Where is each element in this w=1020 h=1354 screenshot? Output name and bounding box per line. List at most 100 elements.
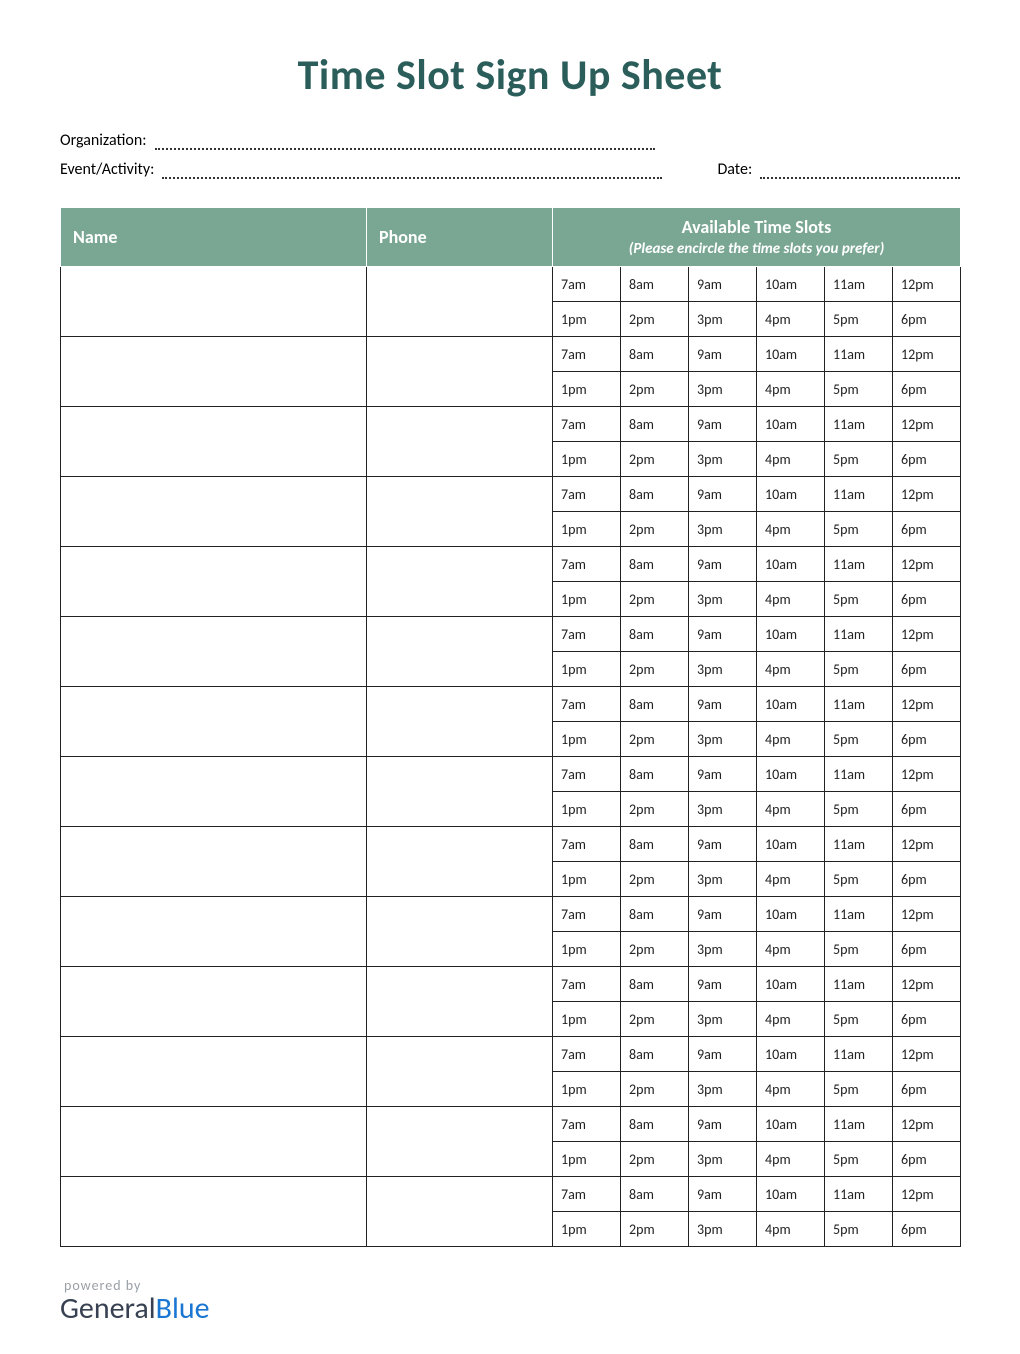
time-slot[interactable]: 11am	[825, 687, 893, 722]
time-slot[interactable]: 8am	[621, 967, 689, 1002]
time-slot[interactable]: 1pm	[553, 512, 621, 547]
phone-cell[interactable]	[367, 967, 553, 1037]
name-cell[interactable]	[61, 407, 367, 477]
time-slot[interactable]: 1pm	[553, 1142, 621, 1177]
time-slot[interactable]: 7am	[553, 1037, 621, 1072]
time-slot[interactable]: 9am	[689, 897, 757, 932]
time-slot[interactable]: 6pm	[893, 1142, 961, 1177]
time-slot[interactable]: 9am	[689, 337, 757, 372]
name-cell[interactable]	[61, 337, 367, 407]
time-slot[interactable]: 12pm	[893, 477, 961, 512]
time-slot[interactable]: 10am	[757, 407, 825, 442]
time-slot[interactable]: 3pm	[689, 582, 757, 617]
time-slot[interactable]: 6pm	[893, 1072, 961, 1107]
time-slot[interactable]: 8am	[621, 687, 689, 722]
name-cell[interactable]	[61, 1177, 367, 1247]
time-slot[interactable]: 1pm	[553, 582, 621, 617]
time-slot[interactable]: 2pm	[621, 442, 689, 477]
phone-cell[interactable]	[367, 547, 553, 617]
name-cell[interactable]	[61, 897, 367, 967]
time-slot[interactable]: 9am	[689, 267, 757, 302]
phone-cell[interactable]	[367, 1107, 553, 1177]
time-slot[interactable]: 2pm	[621, 1212, 689, 1247]
time-slot[interactable]: 6pm	[893, 932, 961, 967]
time-slot[interactable]: 11am	[825, 407, 893, 442]
time-slot[interactable]: 12pm	[893, 827, 961, 862]
time-slot[interactable]: 2pm	[621, 1142, 689, 1177]
time-slot[interactable]: 6pm	[893, 302, 961, 337]
phone-cell[interactable]	[367, 267, 553, 337]
time-slot[interactable]: 7am	[553, 967, 621, 1002]
time-slot[interactable]: 5pm	[825, 302, 893, 337]
time-slot[interactable]: 1pm	[553, 1002, 621, 1037]
time-slot[interactable]: 4pm	[757, 442, 825, 477]
time-slot[interactable]: 10am	[757, 547, 825, 582]
name-cell[interactable]	[61, 1107, 367, 1177]
time-slot[interactable]: 12pm	[893, 267, 961, 302]
time-slot[interactable]: 1pm	[553, 442, 621, 477]
time-slot[interactable]: 10am	[757, 1107, 825, 1142]
time-slot[interactable]: 2pm	[621, 512, 689, 547]
time-slot[interactable]: 1pm	[553, 932, 621, 967]
time-slot[interactable]: 10am	[757, 827, 825, 862]
time-slot[interactable]: 11am	[825, 1177, 893, 1212]
time-slot[interactable]: 10am	[757, 337, 825, 372]
time-slot[interactable]: 2pm	[621, 652, 689, 687]
time-slot[interactable]: 2pm	[621, 1002, 689, 1037]
time-slot[interactable]: 3pm	[689, 372, 757, 407]
time-slot[interactable]: 5pm	[825, 512, 893, 547]
time-slot[interactable]: 4pm	[757, 1142, 825, 1177]
time-slot[interactable]: 6pm	[893, 722, 961, 757]
time-slot[interactable]: 12pm	[893, 687, 961, 722]
time-slot[interactable]: 6pm	[893, 582, 961, 617]
time-slot[interactable]: 8am	[621, 267, 689, 302]
time-slot[interactable]: 3pm	[689, 1142, 757, 1177]
time-slot[interactable]: 5pm	[825, 372, 893, 407]
time-slot[interactable]: 7am	[553, 267, 621, 302]
time-slot[interactable]: 11am	[825, 617, 893, 652]
time-slot[interactable]: 4pm	[757, 862, 825, 897]
time-slot[interactable]: 6pm	[893, 1002, 961, 1037]
time-slot[interactable]: 5pm	[825, 1212, 893, 1247]
phone-cell[interactable]	[367, 1177, 553, 1247]
time-slot[interactable]: 3pm	[689, 302, 757, 337]
time-slot[interactable]: 2pm	[621, 372, 689, 407]
time-slot[interactable]: 10am	[757, 967, 825, 1002]
time-slot[interactable]: 5pm	[825, 862, 893, 897]
time-slot[interactable]: 3pm	[689, 652, 757, 687]
time-slot[interactable]: 11am	[825, 967, 893, 1002]
time-slot[interactable]: 7am	[553, 1177, 621, 1212]
name-cell[interactable]	[61, 477, 367, 547]
time-slot[interactable]: 3pm	[689, 722, 757, 757]
time-slot[interactable]: 5pm	[825, 1002, 893, 1037]
time-slot[interactable]: 5pm	[825, 582, 893, 617]
phone-cell[interactable]	[367, 477, 553, 547]
time-slot[interactable]: 1pm	[553, 372, 621, 407]
time-slot[interactable]: 4pm	[757, 582, 825, 617]
time-slot[interactable]: 7am	[553, 897, 621, 932]
name-cell[interactable]	[61, 267, 367, 337]
time-slot[interactable]: 11am	[825, 547, 893, 582]
time-slot[interactable]: 3pm	[689, 792, 757, 827]
time-slot[interactable]: 8am	[621, 617, 689, 652]
time-slot[interactable]: 6pm	[893, 442, 961, 477]
phone-cell[interactable]	[367, 687, 553, 757]
time-slot[interactable]: 7am	[553, 1107, 621, 1142]
time-slot[interactable]: 8am	[621, 547, 689, 582]
time-slot[interactable]: 12pm	[893, 967, 961, 1002]
time-slot[interactable]: 2pm	[621, 582, 689, 617]
time-slot[interactable]: 9am	[689, 547, 757, 582]
time-slot[interactable]: 12pm	[893, 1037, 961, 1072]
time-slot[interactable]: 2pm	[621, 932, 689, 967]
date-input-line[interactable]	[760, 161, 960, 179]
time-slot[interactable]: 4pm	[757, 652, 825, 687]
time-slot[interactable]: 9am	[689, 477, 757, 512]
time-slot[interactable]: 5pm	[825, 442, 893, 477]
phone-cell[interactable]	[367, 337, 553, 407]
time-slot[interactable]: 11am	[825, 757, 893, 792]
time-slot[interactable]: 4pm	[757, 302, 825, 337]
name-cell[interactable]	[61, 1037, 367, 1107]
name-cell[interactable]	[61, 967, 367, 1037]
phone-cell[interactable]	[367, 827, 553, 897]
time-slot[interactable]: 3pm	[689, 862, 757, 897]
